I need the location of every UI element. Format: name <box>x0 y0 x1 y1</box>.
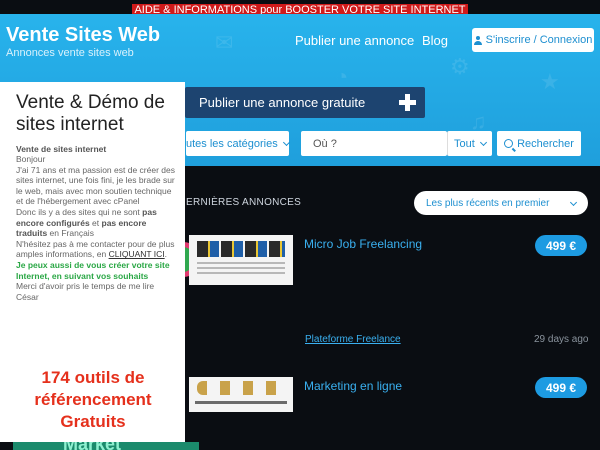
top-banner[interactable]: AIDE & INFORMATIONS pour BOOSTER VOTRE S… <box>0 0 600 16</box>
promo-title: Vente & Démo de sites internet <box>16 92 165 135</box>
thumbnail-graphic <box>195 401 287 404</box>
promo-signature: César <box>16 291 39 302</box>
category-select[interactable]: utes les catégories <box>186 131 290 156</box>
promo-paragraph: J'ai 71 ans et ma passion est de créer d… <box>16 164 175 207</box>
listing-category-link[interactable]: Plateforme Freelance <box>305 334 401 345</box>
promo-paragraph: N'hésitez pas à me contacter pour de plu… <box>16 238 175 260</box>
promo-panel: Vente & Démo de sites internet Vente de … <box>0 82 185 442</box>
category-select-value: utes les catégories <box>186 137 278 150</box>
sort-select[interactable]: Les plus récents en premier <box>414 191 588 215</box>
plus-icon <box>398 93 417 112</box>
promo-thanks: Merci d'avoir pris le temps de me lire <box>16 281 155 292</box>
promo-bottom-text: Market <box>63 442 121 450</box>
publish-free-ad-label: Publier une annonce gratuite <box>199 95 366 110</box>
thumbnail-graphic <box>197 262 285 276</box>
decor-star-icon: ★ <box>540 69 560 94</box>
nav-publish-link[interactable]: Publier une annonce <box>295 33 414 48</box>
thumbnail-graphic <box>197 241 285 257</box>
search-icon <box>504 139 514 148</box>
sort-select-value: Les plus récents en premier <box>426 197 550 209</box>
price-badge: 499 € <box>535 377 587 398</box>
listing-title[interactable]: Micro Job Freelancing <box>304 237 422 251</box>
listing-thumbnail[interactable] <box>189 377 293 412</box>
search-button-label: Rechercher <box>517 137 574 150</box>
chevron-down-icon <box>479 138 487 146</box>
user-icon <box>473 35 482 45</box>
promo-paragraph: Donc ils y a des sites qui ne sont pas e… <box>16 206 157 239</box>
decor-envelope-icon: ✉ <box>215 30 234 55</box>
section-title: ERNIÈRES ANNONCES <box>186 197 302 208</box>
contact-link[interactable]: CLIQUANT ICI <box>109 249 165 259</box>
location-input[interactable] <box>301 131 447 156</box>
promo-greeting: Bonjour <box>16 154 46 164</box>
thumbnail-graphic <box>197 381 285 395</box>
scope-select[interactable]: Tout <box>447 131 492 156</box>
promo-heading: Vente de sites internet <box>16 144 107 154</box>
listing-time: 29 days ago <box>534 334 589 345</box>
signin-button[interactable]: S'inscrire / Connexion <box>472 28 594 52</box>
chevron-down-icon <box>569 198 578 207</box>
signin-label: S'inscrire / Connexion <box>485 34 593 46</box>
scope-select-value: Tout <box>454 137 475 150</box>
price-badge: 499 € <box>535 235 587 256</box>
chevron-down-icon <box>282 138 290 146</box>
listing-title[interactable]: Marketing en ligne <box>304 379 402 393</box>
nav-blog-link[interactable]: Blog <box>422 33 448 48</box>
promo-tools-link[interactable]: 174 outils de référencement Gratuits <box>18 367 168 433</box>
promo-offer-text: Je peux aussi de vous créer votre site I… <box>16 259 170 281</box>
listing-thumbnail[interactable] <box>189 235 293 285</box>
promo-bottom-banner[interactable]: Market <box>13 442 199 450</box>
search-button[interactable]: Rechercher <box>497 131 581 156</box>
decor-gear-icon: ⚙ <box>450 54 470 79</box>
brand-subtitle: Annonces vente sites web <box>6 47 134 59</box>
brand-title[interactable]: Vente Sites Web <box>6 24 160 47</box>
publish-free-ad-button[interactable]: Publier une annonce gratuite <box>185 87 425 118</box>
